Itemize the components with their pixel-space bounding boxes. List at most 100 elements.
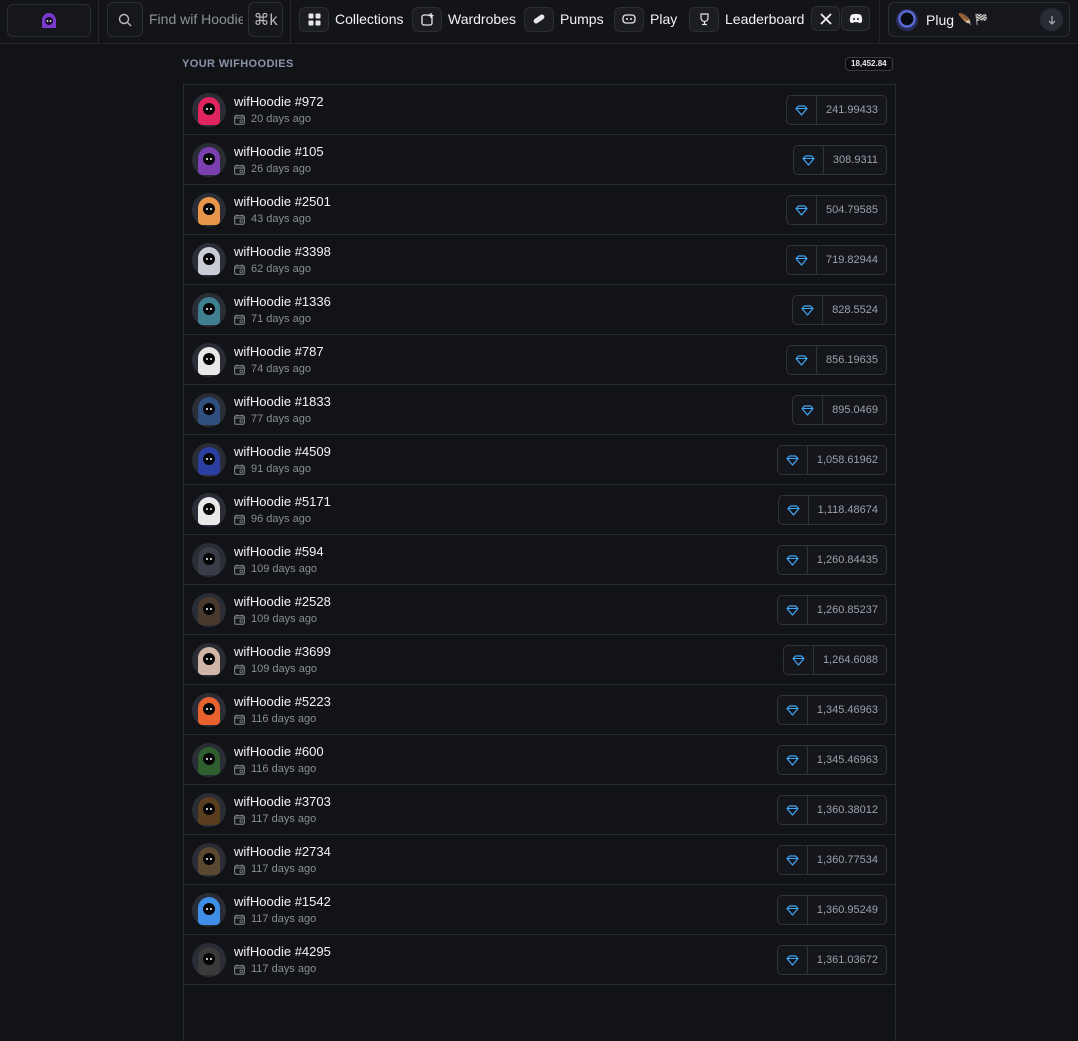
- list-item[interactable]: wifHoodie #2734 117 days ago 1,360.77534: [184, 835, 895, 885]
- value-text: 1,058.61962: [816, 454, 878, 466]
- list-item[interactable]: wifHoodie #600 116 days ago 1,345.46963: [184, 735, 895, 785]
- nav-wardrobes[interactable]: Wardrobes: [412, 6, 516, 32]
- eye-shape: [206, 558, 208, 560]
- face-shape: [203, 803, 215, 815]
- nav-pumps[interactable]: Pumps: [524, 6, 604, 32]
- hoodie-age: 116 days ago: [234, 713, 316, 725]
- list-item[interactable]: wifHoodie #3398 62 days ago 719.82944: [184, 235, 895, 285]
- list-item[interactable]: wifHoodie #3699 109 days ago 1,264.6088: [184, 635, 895, 685]
- grid-icon: [308, 13, 320, 25]
- value-pill[interactable]: 241.99433: [786, 95, 887, 125]
- list-item[interactable]: wifHoodie #5171 96 days ago 1,118.48674: [184, 485, 895, 535]
- value-pill[interactable]: 856.19635: [786, 345, 887, 375]
- hoodie-avatar: [192, 393, 226, 427]
- eye-shape: [206, 958, 208, 960]
- list-item[interactable]: wifHoodie #2528 109 days ago 1,260.85237: [184, 585, 895, 635]
- value-pill[interactable]: 1,260.85237: [776, 595, 887, 625]
- hoodie-age: 71 days ago: [234, 313, 311, 325]
- list-item[interactable]: wifHoodie #1542 117 days ago 1,360.95249: [184, 885, 895, 935]
- list-item[interactable]: wifHoodie #972 20 days ago 241.99433: [184, 85, 895, 135]
- list-item[interactable]: wifHoodie #4509 91 days ago 1,058.61962: [184, 435, 895, 485]
- value-pill[interactable]: 308.9311: [792, 145, 887, 175]
- age-text: 77 days ago: [251, 413, 311, 425]
- nav-collections[interactable]: Collections: [299, 6, 403, 32]
- eye-shape: [206, 158, 208, 160]
- search-button[interactable]: [107, 2, 143, 37]
- list-item[interactable]: wifHoodie #4295 117 days ago 1,361.03672: [184, 935, 895, 985]
- list-item[interactable]: wifHoodie #594 109 days ago 1,260.84435: [184, 535, 895, 585]
- value-icon-cell: [778, 796, 808, 824]
- value-pill[interactable]: 1,360.77534: [776, 845, 887, 875]
- wallet-dropdown-button[interactable]: [1040, 8, 1063, 31]
- face-shape: [203, 703, 215, 715]
- hoodie-name: wifHoodie #1542: [234, 894, 331, 909]
- eye-shape: [210, 658, 212, 660]
- age-text: 20 days ago: [251, 113, 311, 125]
- value-text: 1,264.6088: [822, 654, 878, 666]
- value-text: 1,260.85237: [816, 604, 878, 616]
- value-pill[interactable]: 1,264.6088: [782, 645, 887, 675]
- nav-play[interactable]: Play: [614, 6, 677, 32]
- hoodie-avatar: [192, 243, 226, 277]
- logo-button[interactable]: [7, 4, 91, 37]
- eye-shape: [206, 208, 208, 210]
- value-pill[interactable]: 1,118.48674: [777, 495, 887, 525]
- x-button[interactable]: [811, 6, 840, 31]
- wallet-button[interactable]: Plug 🪶 🏁: [888, 2, 1070, 37]
- age-text: 109 days ago: [251, 663, 318, 675]
- list-item[interactable]: wifHoodie #3703 117 days ago 1,360.38012: [184, 785, 895, 835]
- section-title: YOUR WIFHOODIES: [182, 58, 294, 70]
- value-pill[interactable]: 828.5524: [792, 295, 887, 325]
- age-text: 117 days ago: [251, 813, 317, 825]
- calendar-icon: [234, 814, 245, 825]
- value-pill[interactable]: 504.79585: [786, 195, 887, 225]
- hoodie-avatar: [192, 193, 226, 227]
- value-pill[interactable]: 1,360.38012: [776, 795, 887, 825]
- hoodie-name: wifHoodie #2501: [234, 194, 331, 209]
- face-shape: [203, 553, 215, 565]
- value-text: 1,360.77534: [816, 854, 878, 866]
- value-text: 1,345.46963: [816, 704, 878, 716]
- age-text: 26 days ago: [251, 163, 311, 175]
- hoodie-age: 43 days ago: [234, 213, 311, 225]
- search-input[interactable]: [149, 8, 243, 30]
- eye-shape: [206, 758, 208, 760]
- calendar-icon: [234, 314, 245, 325]
- calendar-icon: [234, 364, 245, 375]
- list-item[interactable]: wifHoodie #2501 43 days ago 504.79585: [184, 185, 895, 235]
- hoodie-name: wifHoodie #1833: [234, 394, 331, 409]
- list-item[interactable]: wifHoodie #1336 71 days ago 828.5524: [184, 285, 895, 335]
- age-text: 109 days ago: [251, 563, 318, 575]
- value-pill[interactable]: 1,361.03672: [776, 945, 887, 975]
- calendar-icon: [234, 664, 245, 675]
- eye-shape: [206, 408, 208, 410]
- age-text: 43 days ago: [251, 213, 311, 225]
- list-item[interactable]: wifHoodie #5223 116 days ago 1,345.46963: [184, 685, 895, 735]
- hoodie-name: wifHoodie #5171: [234, 494, 331, 509]
- hoodie-age: 117 days ago: [234, 813, 316, 825]
- value-pill[interactable]: 1,345.46963: [776, 745, 887, 775]
- value-icon-cell: [778, 446, 808, 474]
- hoodie-name: wifHoodie #4509: [234, 444, 331, 459]
- diamond-icon: [795, 204, 808, 216]
- hoodie-age: 20 days ago: [234, 113, 311, 125]
- value-pill[interactable]: 1,260.84435: [776, 545, 887, 575]
- discord-button[interactable]: [841, 6, 870, 31]
- face-shape: [203, 403, 215, 415]
- value-pill[interactable]: 1,360.95249: [776, 895, 887, 925]
- eye-shape: [206, 308, 208, 310]
- calendar-icon: [234, 764, 245, 775]
- list-item[interactable]: wifHoodie #105 26 days ago 308.9311: [184, 135, 895, 185]
- eye-shape: [206, 908, 208, 910]
- value-text: 856.19635: [826, 354, 878, 366]
- value-pill[interactable]: 1,345.46963: [776, 695, 887, 725]
- list-item[interactable]: wifHoodie #787 74 days ago 856.19635: [184, 335, 895, 385]
- value-pill[interactable]: 719.82944: [786, 245, 887, 275]
- eye-shape: [210, 358, 212, 360]
- list-item[interactable]: wifHoodie #1833 77 days ago 895.0469: [184, 385, 895, 435]
- hoodie-avatar: [192, 843, 226, 877]
- eye-shape: [210, 208, 212, 210]
- nav-leaderboard[interactable]: Leaderboard: [689, 6, 804, 32]
- value-pill[interactable]: 895.0469: [792, 395, 887, 425]
- value-pill[interactable]: 1,058.61962: [776, 445, 887, 475]
